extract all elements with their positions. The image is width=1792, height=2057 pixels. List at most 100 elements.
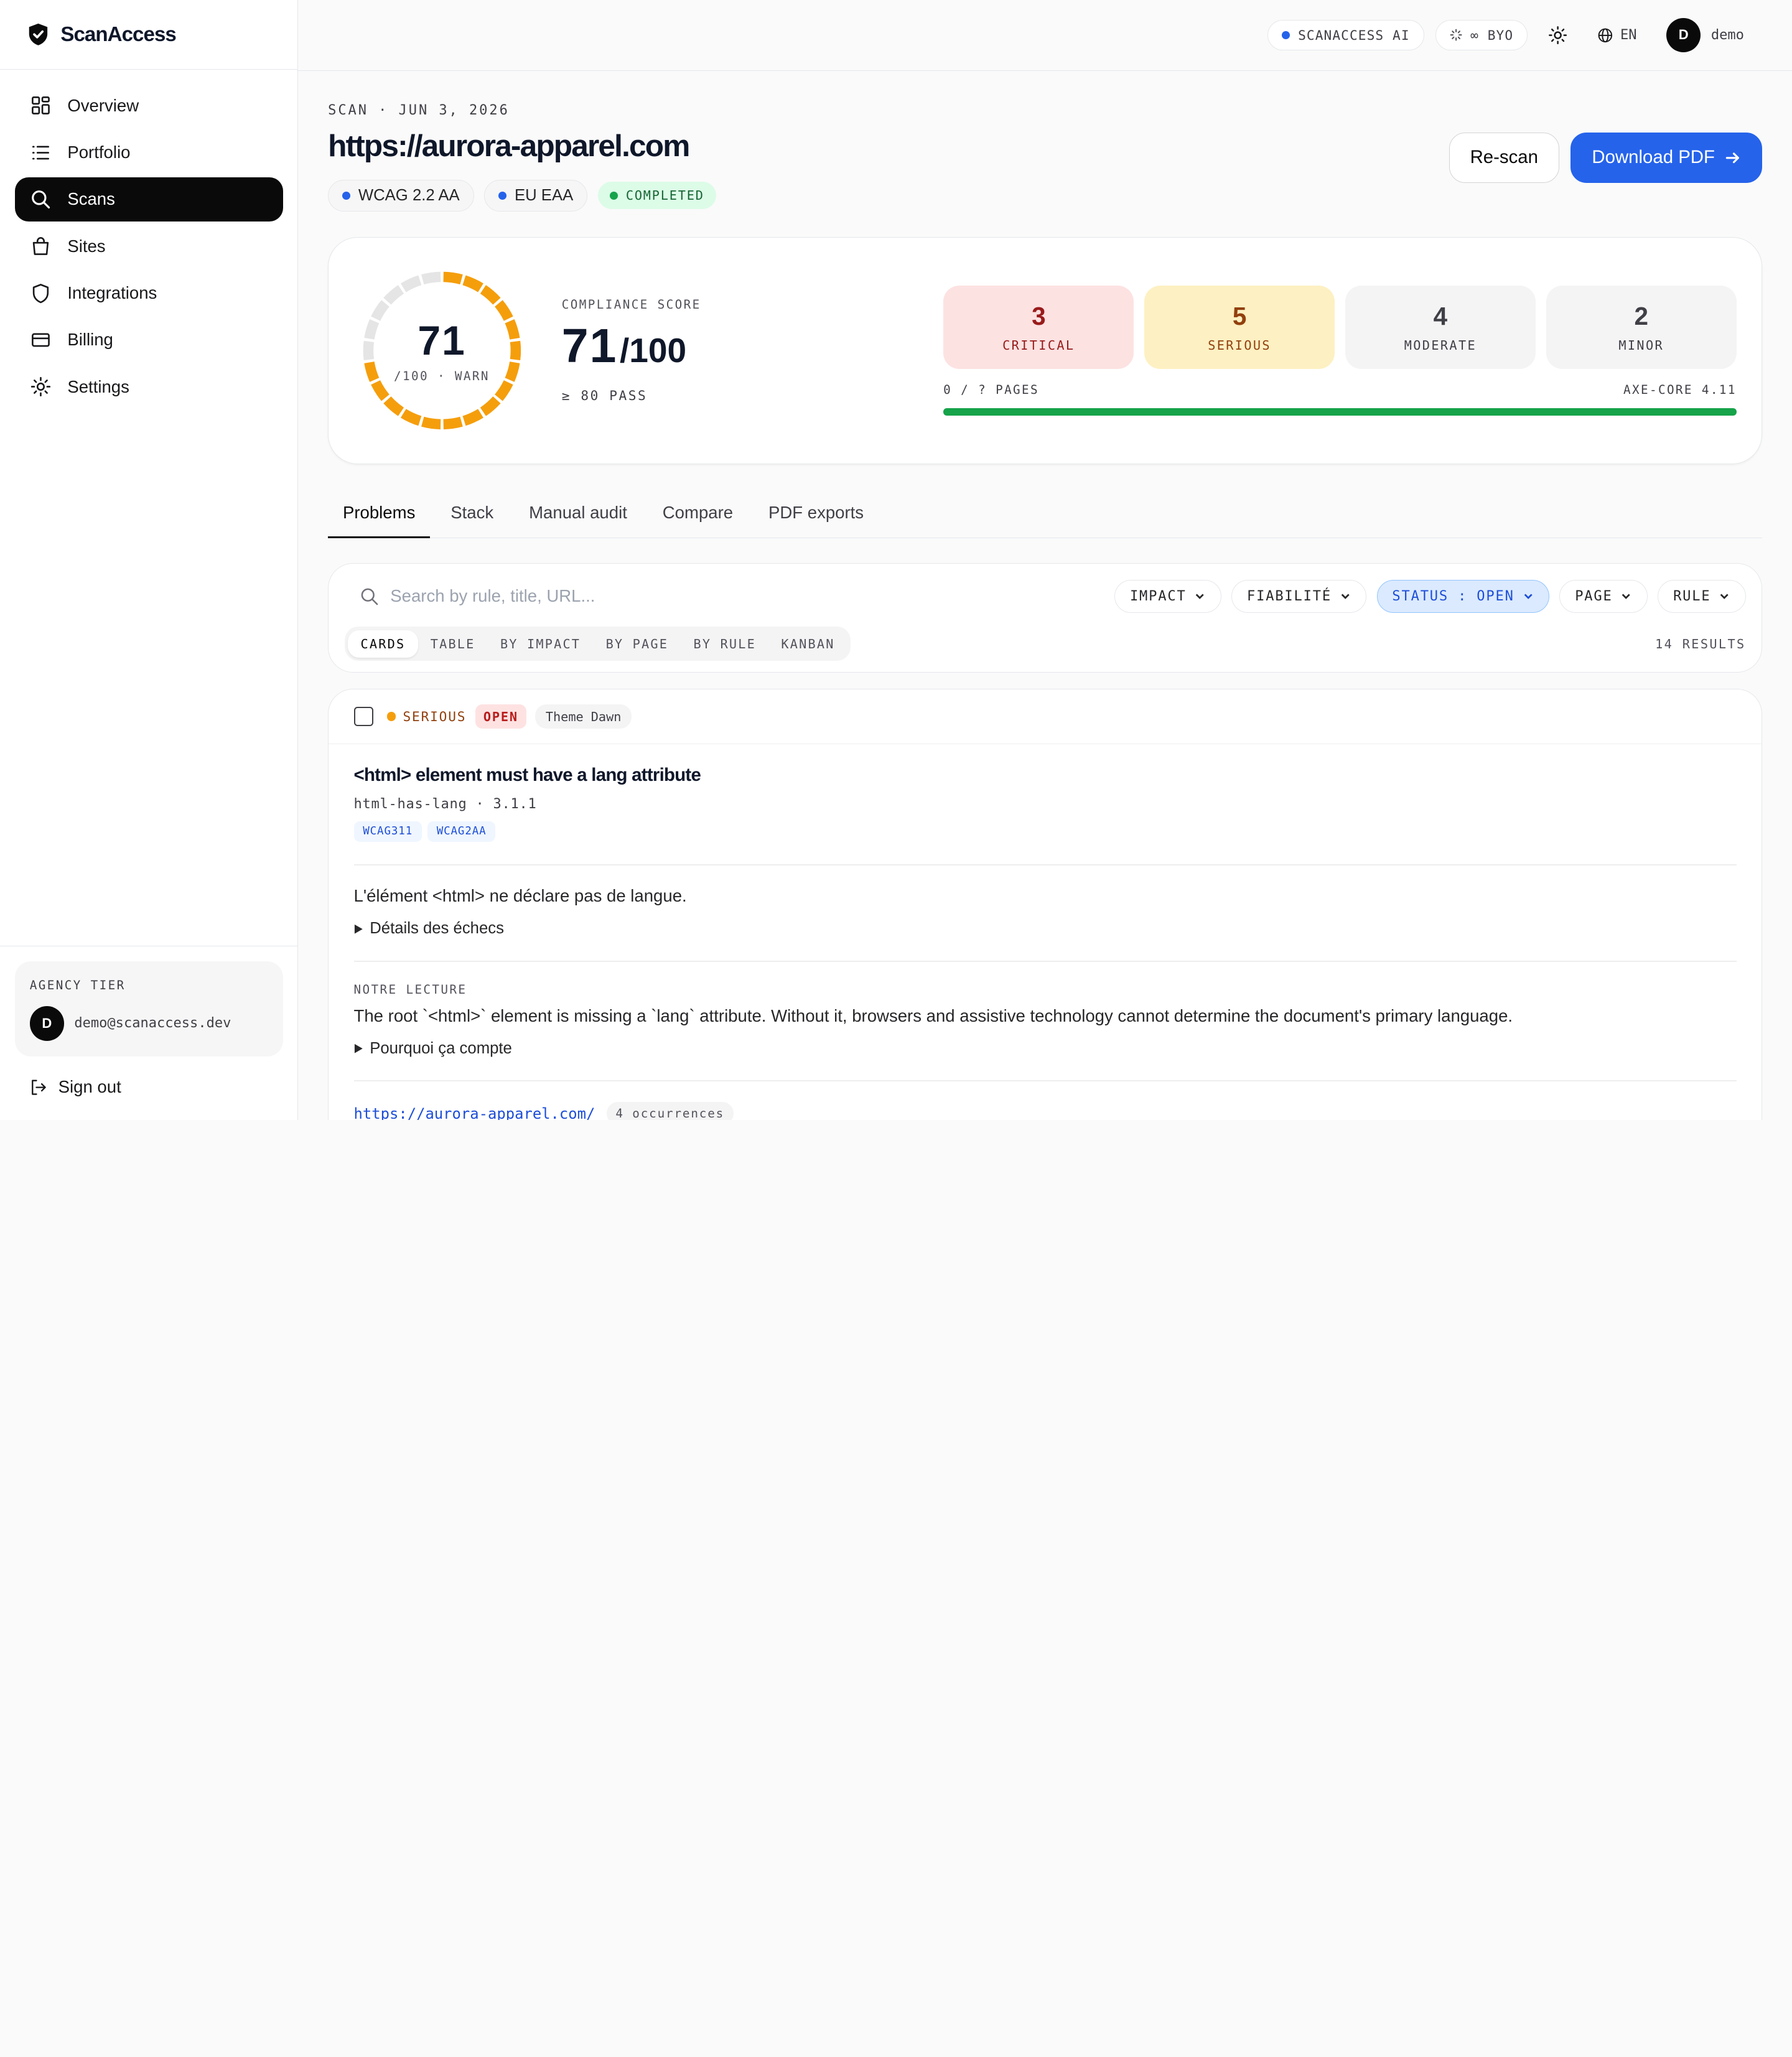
wcag-tag: WCAG2AA (427, 821, 496, 842)
view-cards[interactable]: CARDS (348, 630, 418, 658)
sidebar-item-label: Portfolio (67, 142, 131, 162)
search-box (345, 586, 1104, 607)
globe-icon (1598, 28, 1613, 42)
card-icon (31, 333, 50, 347)
details-label: Détails des échecs (370, 920, 504, 938)
issue-description: L'élément <html> ne déclare pas de langu… (353, 886, 687, 906)
issue-severity-label: SERIOUS (403, 709, 467, 725)
severity-count: 3 (1032, 302, 1046, 331)
brand-name: ScanAccess (60, 22, 176, 46)
pages-scanned: 0 / ? PAGES (943, 383, 1040, 398)
issue-checkbox[interactable] (353, 707, 373, 727)
view-by-impact[interactable]: BY IMPACT (488, 630, 594, 658)
filter-label: STATUS : OPEN (1392, 588, 1514, 604)
page-title: https://aurora-apparel.com (328, 128, 690, 163)
tab-compare[interactable]: Compare (648, 492, 748, 538)
byo-pill[interactable]: ∞ BYO (1435, 19, 1528, 51)
search-input[interactable] (390, 586, 734, 607)
severity-critical[interactable]: 3 CRITICAL (943, 286, 1134, 370)
severity-label: MINOR (1618, 338, 1664, 353)
theme-toggle[interactable] (1539, 20, 1577, 51)
ai-pill[interactable]: SCANACCESS AI (1267, 19, 1424, 51)
brand[interactable]: ScanAccess (0, 0, 298, 70)
results-count: 14 RESULTS (1655, 636, 1746, 651)
user-menu[interactable]: D demo (1658, 17, 1753, 52)
divider (353, 1080, 1737, 1082)
wcag-tag: WCAG311 (353, 821, 422, 842)
severity-minor[interactable]: 2 MINOR (1546, 286, 1737, 370)
chevron-down-icon (1622, 594, 1631, 600)
severity-row: 3 CRITICAL 5 SERIOUS 4 MODERATE 2 MINOR (943, 286, 1737, 370)
list-icon (32, 146, 49, 160)
sidebar-item-label: Sites (67, 236, 106, 256)
sign-out-button[interactable]: Sign out (15, 1077, 283, 1097)
failure-details-toggle[interactable]: Détails des échecs (354, 920, 1737, 938)
score-gauge: 71 /100 · WARN (361, 269, 523, 432)
sidebar-item-sites[interactable]: Sites (15, 224, 283, 269)
severity-count: 5 (1232, 302, 1247, 331)
view-by-rule[interactable]: BY RULE (681, 630, 768, 658)
user-email: demo@scanaccess.dev (74, 1015, 231, 1032)
filter-fiabilite[interactable]: FIABILITÉ (1231, 579, 1367, 613)
sidebar-item-scans[interactable]: Scans (14, 177, 283, 222)
status-badge: COMPLETED (597, 182, 717, 210)
tab-manual-audit[interactable]: Manual audit (514, 492, 642, 538)
severity-moderate[interactable]: 4 MODERATE (1345, 286, 1536, 370)
bag-icon (32, 237, 49, 256)
filter-row: IMPACT FIABILITÉ STATUS : OPEN PAGE RULE (345, 579, 1746, 613)
scan-tags: WCAG 2.2 AA EU EAA COMPLETED (328, 179, 717, 212)
sidebar-nav: Overview Portfolio Scans Sites Integrati… (0, 70, 297, 946)
download-pdf-button[interactable]: Download PDF (1570, 133, 1763, 183)
tier-card: AGENCY TIER D demo@scanaccess.dev (14, 961, 283, 1057)
issue-rule: html-has-lang · 3.1.1 (353, 796, 537, 812)
regulation-tag-label: EU EAA (514, 186, 574, 204)
view-switcher: CARDS TABLE BY IMPACT BY PAGE BY RULE KA… (344, 627, 851, 661)
gear-icon (30, 377, 50, 397)
pass-threshold: ≥ 80 PASS (561, 388, 648, 404)
chevron-down-icon (1196, 594, 1205, 600)
sidebar-item-integrations[interactable]: Integrations (15, 271, 283, 315)
issue-status-badge: OPEN (475, 704, 526, 729)
tab-stack[interactable]: Stack (436, 492, 508, 538)
filter-panel: IMPACT FIABILITÉ STATUS : OPEN PAGE RULE… (328, 563, 1763, 673)
regulation-tag: EU EAA (484, 179, 588, 212)
sidebar-item-settings[interactable]: Settings (15, 365, 283, 409)
filter-impact[interactable]: IMPACT (1114, 579, 1221, 613)
why-it-matters-toggle[interactable]: Pourquoi ça compte (354, 1040, 1737, 1058)
severity-label: SERIOUS (1208, 338, 1271, 353)
filter-label: FIABILITÉ (1247, 588, 1332, 604)
score-denominator: /100 (619, 331, 687, 370)
score-summary: COMPLIANCE SCORE 71 /100 ≥ 80 PASS (562, 297, 905, 403)
language-switcher[interactable]: EN (1589, 20, 1646, 51)
view-by-page[interactable]: BY PAGE (593, 630, 681, 658)
sidebar-item-label: Integrations (67, 283, 157, 303)
topbar: SCANACCESS AI ∞ BYO EN D demo (298, 0, 1792, 71)
tab-problems[interactable]: Problems (328, 492, 431, 539)
score-value: 71 /100 (562, 319, 905, 374)
chevron-down-icon (1524, 594, 1533, 600)
rescan-button[interactable]: Re-scan (1449, 133, 1559, 183)
view-table[interactable]: TABLE (418, 630, 488, 658)
sidebar-item-overview[interactable]: Overview (15, 83, 283, 128)
sidebar-item-portfolio[interactable]: Portfolio (15, 130, 283, 175)
filter-status[interactable]: STATUS : OPEN (1376, 579, 1549, 613)
issue-title[interactable]: <html> element must have a lang attribut… (354, 765, 1737, 786)
scan-eyebrow: SCAN · JUN 3, 2026 (328, 103, 510, 119)
occurrence-link[interactable]: https://aurora-apparel.com/ (354, 1105, 595, 1120)
why-label: Pourquoi ça compte (370, 1039, 512, 1057)
filter-page[interactable]: PAGE (1559, 579, 1648, 613)
sidebar: ScanAccess Overview Portfolio Scans Site… (0, 0, 299, 1120)
severity-serious[interactable]: 5 SERIOUS (1144, 286, 1335, 370)
sidebar-footer: AGENCY TIER D demo@scanaccess.dev Sign o… (0, 945, 298, 1120)
issue-body: <html> element must have a lang attribut… (329, 744, 1762, 1120)
severity-label: MODERATE (1404, 338, 1477, 353)
scan-meta: 0 / ? PAGES AXE-CORE 4.11 (943, 383, 1737, 397)
tab-pdf-exports[interactable]: PDF exports (754, 492, 879, 538)
sidebar-item-billing[interactable]: Billing (15, 318, 283, 363)
filter-rule[interactable]: RULE (1658, 579, 1746, 613)
issue-header: SERIOUS OPEN Theme Dawn (329, 689, 1762, 745)
occurrence-row: https://aurora-apparel.com/ 4 occurrence… (354, 1102, 1737, 1120)
view-kanban[interactable]: KANBAN (768, 630, 847, 658)
score-number: 71 (561, 319, 618, 373)
filter-label: RULE (1673, 588, 1711, 604)
